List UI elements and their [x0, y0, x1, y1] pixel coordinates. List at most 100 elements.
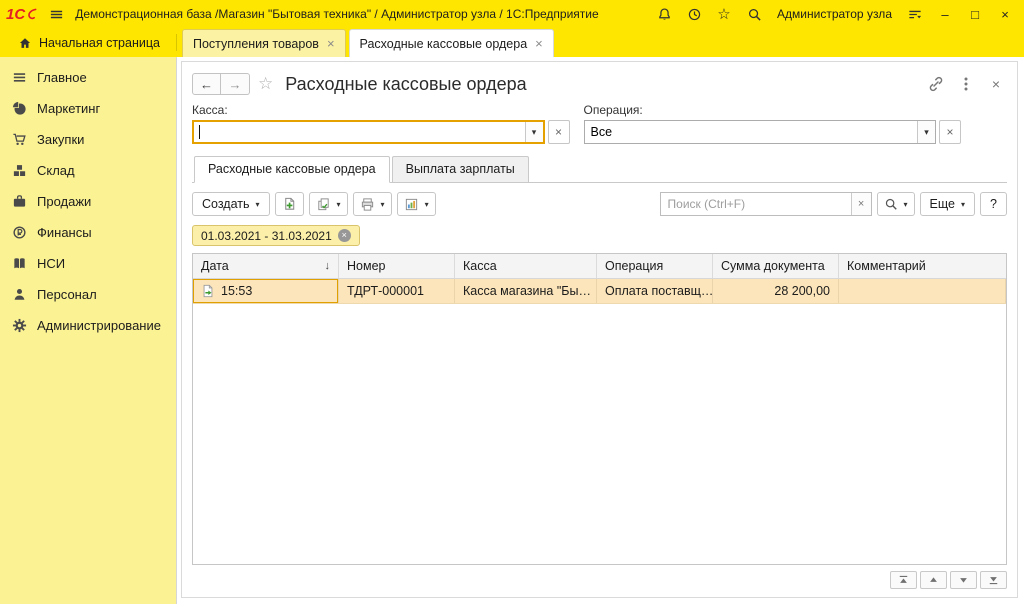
help-button[interactable]: ?	[980, 192, 1007, 216]
kebab-icon	[964, 76, 968, 92]
sidebar-item-administrirovanie[interactable]: Администрирование	[0, 310, 176, 341]
create-copy-button[interactable]	[275, 192, 304, 216]
close-window-button[interactable]: ×	[994, 4, 1016, 24]
page-down-button[interactable]	[950, 571, 977, 589]
print-button[interactable]: ▾	[353, 192, 392, 216]
chevron-down-icon: ▾	[381, 200, 385, 209]
main-menu-button[interactable]	[45, 4, 67, 24]
column-header-sum[interactable]: Сумма документа	[713, 254, 839, 278]
search-input[interactable]	[661, 193, 851, 215]
notifications-button[interactable]	[653, 4, 675, 24]
forward-button[interactable]: →	[221, 73, 250, 95]
more-button[interactable]: Еще ▾	[920, 192, 975, 216]
top-bar: 1С Демонстрационная база /Магазин "Бытов…	[0, 0, 1024, 28]
sidebar-item-glavnoe[interactable]: Главное	[0, 62, 176, 93]
cell-sum: 28 200,00	[713, 279, 839, 303]
column-header-operation[interactable]: Операция	[597, 254, 713, 278]
favorites-button[interactable]: ☆	[713, 4, 735, 24]
column-header-kassa[interactable]: Касса	[455, 254, 597, 278]
sidebar-item-label: Главное	[37, 70, 87, 85]
more-button-label: Еще	[930, 197, 955, 211]
create-button[interactable]: Создать ▾	[192, 192, 270, 216]
documents-icon	[316, 197, 331, 212]
sidebar-item-nsi[interactable]: НСИ	[0, 248, 176, 279]
sidebar-item-sklad[interactable]: Склад	[0, 155, 176, 186]
remove-filter-icon[interactable]: ×	[338, 229, 351, 242]
sidebar-item-label: НСИ	[37, 256, 65, 271]
service-settings-button[interactable]	[904, 4, 926, 24]
kassa-clear-button[interactable]: ×	[548, 120, 570, 144]
page-up-button[interactable]	[920, 571, 947, 589]
favorite-star-icon[interactable]: ☆	[258, 74, 273, 94]
kassa-input[interactable]	[200, 122, 525, 142]
report-button[interactable]: ▾	[397, 192, 436, 216]
operation-dropdown-icon[interactable]: ▾	[917, 121, 935, 143]
minimize-button[interactable]: –	[934, 4, 956, 24]
form-panel: ← → ☆ Расходные кассовые ордера ×	[181, 61, 1018, 598]
triangle-up-bar-icon	[897, 574, 910, 586]
cell-comment	[839, 279, 1006, 303]
list-nav-buttons	[192, 571, 1007, 589]
sort-down-icon: ↓	[325, 260, 331, 272]
group-actions-button[interactable]: ▾	[309, 192, 348, 216]
search-clear-button[interactable]: ×	[851, 193, 871, 215]
sidebar-item-label: Финансы	[37, 225, 92, 240]
sidebar-item-marketing[interactable]: Маркетинг	[0, 93, 176, 124]
cart-icon	[12, 132, 27, 147]
kassa-field: Касса: ▾ ×	[192, 103, 570, 144]
column-header-comment[interactable]: Комментарий	[839, 254, 1006, 278]
column-header-number[interactable]: Номер	[339, 254, 455, 278]
go-to-first-button[interactable]	[890, 571, 917, 589]
window-tab-postupleniya[interactable]: Поступления товаров ×	[182, 29, 346, 57]
operation-clear-button[interactable]: ×	[939, 120, 961, 144]
table-row[interactable]: 15:53 ТДРТ-000001 Касса магазина "Бы… Оп…	[193, 279, 1006, 304]
printer-icon	[360, 197, 375, 212]
kassa-label: Касса:	[192, 103, 570, 117]
global-search-button[interactable]	[743, 4, 765, 24]
home-page-tab[interactable]: Начальная страница	[4, 28, 174, 57]
bell-icon	[657, 7, 672, 22]
chevron-down-icon: ▾	[961, 200, 965, 209]
filter-fields: Касса: ▾ × Операция:	[192, 103, 1007, 144]
period-filter-chip[interactable]: 01.03.2021 - 31.03.2021 ×	[192, 225, 360, 246]
tab-vyplata-zarplaty[interactable]: Выплата зарплаты	[392, 156, 529, 183]
gear-icon	[12, 318, 27, 333]
cell-date-value: 15:53	[221, 284, 252, 298]
app-window: 1С Демонстрационная база /Магазин "Бытов…	[0, 0, 1024, 604]
document-posted-icon	[201, 284, 215, 298]
operation-input[interactable]	[585, 121, 918, 143]
chevron-down-icon: ▾	[256, 200, 260, 209]
close-tab-icon[interactable]: ×	[327, 37, 335, 50]
page-title: Расходные кассовые ордера	[285, 74, 526, 95]
tab-bar: Начальная страница Поступления товаров ×…	[0, 28, 1024, 57]
sidebar-item-prodazhi[interactable]: Продажи	[0, 186, 176, 217]
kassa-combo: ▾	[192, 120, 545, 144]
more-menu-button[interactable]	[955, 73, 977, 95]
1c-logo: 1С	[6, 6, 37, 23]
get-link-button[interactable]	[925, 73, 947, 95]
column-header-date[interactable]: Дата ↓	[193, 254, 339, 278]
sidebar-item-label: Администрирование	[37, 318, 161, 333]
kassa-dropdown-icon[interactable]: ▾	[525, 122, 543, 142]
tab-rashodnye-ordera[interactable]: Расходные кассовые ордера	[194, 156, 390, 183]
page-tabs: Расходные кассовые ордера Выплата зарпла…	[192, 156, 1007, 183]
advanced-search-button[interactable]: ▾	[877, 192, 915, 216]
window-tab-rashodnye-ordera[interactable]: Расходные кассовые ордера ×	[349, 29, 554, 57]
current-user[interactable]: Администратор узла	[777, 7, 892, 21]
history-button[interactable]	[683, 4, 705, 24]
back-button[interactable]: ←	[192, 73, 221, 95]
chevron-down-icon: ▾	[425, 200, 429, 209]
maximize-button[interactable]: □	[964, 4, 986, 24]
sidebar-item-personal[interactable]: Персонал	[0, 279, 176, 310]
go-to-last-button[interactable]	[980, 571, 1007, 589]
window-tab-label: Поступления товаров	[193, 37, 319, 51]
body-row: Главное Маркетинг Закупки Склад Продажи …	[0, 57, 1024, 604]
search-icon	[747, 7, 762, 22]
sidebar-item-zakupki[interactable]: Закупки	[0, 124, 176, 155]
close-tab-icon[interactable]: ×	[535, 37, 543, 50]
period-filter-label: 01.03.2021 - 31.03.2021	[201, 229, 332, 243]
copy-document-icon	[282, 197, 297, 212]
sidebar-item-finansy[interactable]: Финансы	[0, 217, 176, 248]
close-form-button[interactable]: ×	[985, 73, 1007, 95]
star-icon: ☆	[717, 5, 730, 23]
